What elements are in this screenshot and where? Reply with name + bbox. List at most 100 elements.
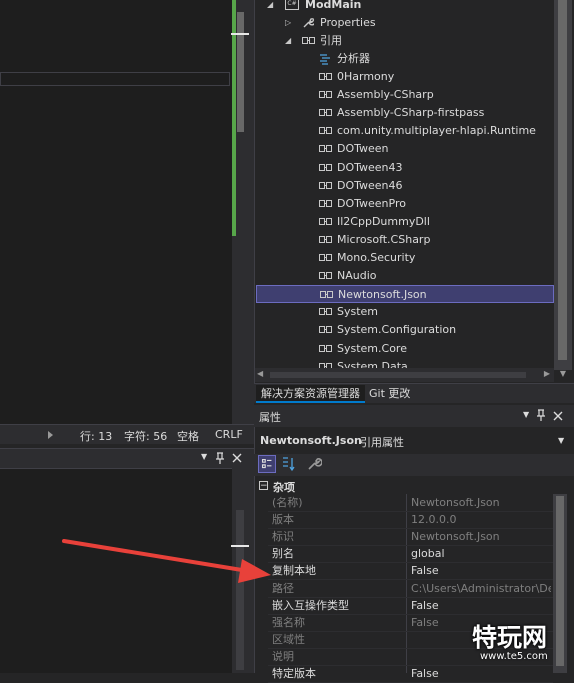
property-name: 说明 bbox=[272, 649, 294, 663]
collapse-box-icon[interactable]: − bbox=[259, 481, 268, 491]
reference-icon bbox=[319, 145, 332, 153]
chevron-down-icon[interactable]: ▼ bbox=[558, 436, 564, 445]
tab-git-changes[interactable]: Git 更改 bbox=[364, 385, 415, 403]
reference-item[interactable]: DOTweenPro bbox=[256, 195, 554, 213]
reference-item[interactable]: Assembly-CSharp-firstpass bbox=[256, 104, 554, 122]
reference-icon bbox=[319, 326, 332, 334]
pin-icon[interactable] bbox=[215, 452, 225, 465]
solution-explorer-hscroll-thumb[interactable] bbox=[270, 372, 526, 378]
property-value[interactable]: False bbox=[411, 562, 551, 579]
reference-item[interactable]: 0Harmony bbox=[256, 68, 554, 86]
tree-analyzer-row[interactable]: 分析器 bbox=[255, 50, 555, 68]
categorized-icon[interactable] bbox=[258, 455, 276, 473]
solution-explorer-scroll-thumb[interactable] bbox=[558, 0, 567, 360]
pin-icon[interactable] bbox=[536, 409, 546, 422]
property-name: 别名 bbox=[272, 547, 294, 561]
line-indicator[interactable]: 行: 13 bbox=[80, 428, 112, 444]
editor-scroll-thumb[interactable] bbox=[237, 12, 244, 132]
reference-item[interactable]: System.Core bbox=[256, 340, 554, 358]
properties-header: 属性 ▼ bbox=[254, 405, 574, 427]
tree-project-row[interactable]: ◢ C# ModMain bbox=[255, 0, 555, 14]
collapse-triangle-icon[interactable]: ◢ bbox=[285, 32, 291, 50]
scroll-left-icon[interactable]: ◀ bbox=[257, 369, 263, 378]
properties-object-selector[interactable]: Newtonsoft.Json 引用属性 ▼ bbox=[260, 434, 564, 450]
property-row[interactable]: 别名 global bbox=[268, 545, 553, 564]
property-name: 嵌入互操作类型 bbox=[272, 598, 349, 612]
tree-references-row[interactable]: ◢ 引用 bbox=[255, 32, 555, 50]
reference-icon bbox=[319, 235, 332, 243]
output-scroll-thumb[interactable] bbox=[236, 510, 244, 670]
reference-item[interactable]: Il2CppDummyDll bbox=[256, 213, 554, 231]
reference-item[interactable]: System.Configuration bbox=[256, 321, 554, 339]
reference-icon bbox=[319, 109, 332, 117]
reference-label: Microsoft.CSharp bbox=[337, 232, 431, 246]
property-value[interactable]: global bbox=[411, 545, 551, 562]
whitespace-indicator[interactable]: 空格 bbox=[177, 428, 199, 444]
code-editor[interactable] bbox=[0, 0, 232, 424]
property-value[interactable]: 12.0.0.0 bbox=[411, 511, 551, 528]
output-pane-header: ▼ bbox=[0, 448, 254, 468]
reference-label: Il2CppDummyDll bbox=[337, 214, 430, 228]
chevron-down-icon[interactable]: ▼ bbox=[523, 410, 529, 419]
reference-icon bbox=[319, 272, 332, 280]
reference-item[interactable]: Mono.Security bbox=[256, 249, 554, 267]
reference-item[interactable]: DOTween46 bbox=[256, 177, 554, 195]
reference-label: Assembly-CSharp-firstpass bbox=[337, 106, 485, 120]
reference-label: 0Harmony bbox=[337, 70, 395, 83]
property-value[interactable]: Newtonsoft.Json bbox=[411, 528, 551, 545]
reference-label: NAudio bbox=[337, 269, 377, 283]
tree-properties-row[interactable]: ▷ Properties bbox=[255, 14, 555, 32]
reference-icon bbox=[319, 199, 332, 207]
watermark-brand: 特玩网 bbox=[472, 623, 548, 652]
watermark-url: www.te5.com bbox=[480, 651, 548, 662]
editor-text-field[interactable] bbox=[0, 72, 230, 86]
category-misc-row[interactable]: − 杂项 bbox=[256, 478, 556, 494]
reference-item[interactable]: System bbox=[256, 303, 554, 321]
scroll-right-icon[interactable]: ▶ bbox=[544, 369, 550, 378]
reference-icon bbox=[320, 291, 333, 299]
annotation-arrow bbox=[62, 539, 271, 583]
property-name: 强名称 bbox=[272, 615, 305, 629]
alphabetical-icon[interactable] bbox=[281, 456, 297, 472]
reference-item[interactable]: com.unity.multiplayer-hlapi.Runtime bbox=[256, 122, 554, 140]
close-icon[interactable] bbox=[553, 411, 563, 421]
property-value[interactable]: Newtonsoft.Json bbox=[411, 494, 551, 511]
collapse-triangle-icon[interactable]: ◢ bbox=[267, 0, 273, 14]
property-row[interactable]: 标识 Newtonsoft.Json bbox=[268, 528, 553, 547]
references-label: 引用 bbox=[320, 34, 342, 47]
property-row[interactable]: 复制本地 False bbox=[268, 562, 553, 581]
solution-explorer: ◢ C# ModMain ▷ Properties ◢ 引用 分析器 0Harm… bbox=[254, 0, 574, 383]
property-name: (名称) bbox=[272, 496, 303, 509]
reference-icon bbox=[319, 73, 332, 80]
line-ending-indicator[interactable]: CRLF bbox=[215, 428, 243, 441]
wrench-icon[interactable] bbox=[306, 456, 322, 472]
reference-item[interactable]: Newtonsoft.Json bbox=[256, 285, 554, 304]
editor-status-bar: 行: 13 字符: 56 空格 CRLF bbox=[0, 424, 254, 444]
reference-item[interactable]: DOTween43 bbox=[256, 159, 554, 177]
reference-icon bbox=[319, 91, 332, 99]
category-name: 杂项 bbox=[273, 481, 295, 494]
analyzer-icon bbox=[320, 54, 330, 65]
close-icon[interactable] bbox=[232, 453, 242, 463]
scroll-down-icon[interactable]: ▼ bbox=[556, 369, 570, 381]
status-expand-icon[interactable] bbox=[48, 431, 53, 439]
reference-item[interactable]: Assembly-CSharp bbox=[256, 86, 554, 104]
property-row[interactable]: 版本 12.0.0.0 bbox=[268, 511, 553, 530]
object-type: 引用属性 bbox=[360, 436, 404, 449]
property-row[interactable]: 路径 C:\Users\Administrator\Des bbox=[268, 580, 553, 598]
chevron-down-icon[interactable]: ▼ bbox=[201, 452, 207, 461]
reference-icon bbox=[319, 127, 332, 135]
expand-triangle-icon[interactable]: ▷ bbox=[285, 14, 291, 32]
property-value[interactable]: C:\Users\Administrator\Des bbox=[411, 580, 551, 597]
reference-item[interactable]: Microsoft.CSharp bbox=[256, 231, 554, 249]
reference-label: System.Configuration bbox=[337, 323, 457, 337]
reference-label: Mono.Security bbox=[337, 251, 416, 264]
property-row[interactable]: 嵌入互操作类型 False bbox=[268, 597, 553, 615]
property-row[interactable]: (名称) Newtonsoft.Json bbox=[268, 494, 553, 512]
property-name: 复制本地 bbox=[272, 564, 316, 578]
char-indicator[interactable]: 字符: 56 bbox=[124, 428, 167, 444]
property-value[interactable]: False bbox=[411, 597, 551, 614]
reference-item[interactable]: NAudio bbox=[256, 267, 554, 285]
reference-item[interactable]: DOTween bbox=[256, 140, 554, 158]
tab-solution-explorer[interactable]: 解决方案资源管理器 bbox=[256, 385, 365, 403]
